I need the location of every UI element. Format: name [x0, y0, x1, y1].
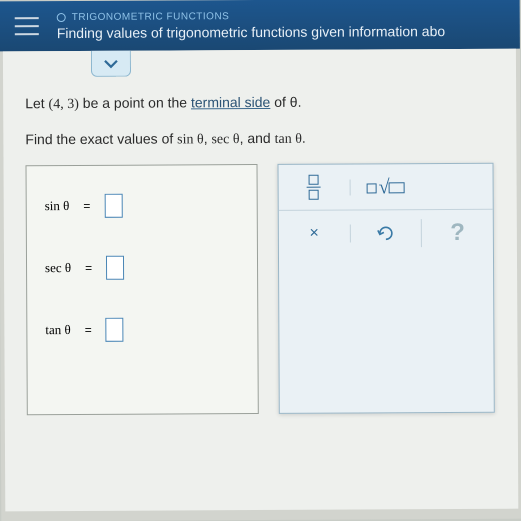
fn: tan θ	[275, 132, 302, 147]
text: Find the exact values of	[25, 130, 177, 147]
label-tan: tan θ	[45, 322, 70, 338]
text: ,	[204, 130, 212, 146]
text: of θ.	[270, 94, 301, 110]
terminal-side-link[interactable]: terminal side	[191, 94, 270, 110]
undo-icon	[376, 224, 396, 242]
answer-row-tan: tan θ =	[45, 317, 239, 342]
section-name: TRIGONOMETRIC FUNCTIONS	[72, 11, 230, 23]
palette-row-2: × ?	[279, 210, 493, 257]
point: (4, 3)	[49, 97, 79, 112]
text: , and	[240, 130, 275, 146]
text: be a point on the	[79, 94, 191, 111]
section-overline: TRIGONOMETRIC FUNCTIONS	[57, 10, 445, 23]
palette-row-1: √	[279, 164, 493, 211]
fraction-button[interactable]	[279, 174, 350, 200]
app-header: TRIGONOMETRIC FUNCTIONS Finding values o…	[0, 0, 520, 51]
text: .	[302, 130, 306, 146]
text: Let	[25, 95, 48, 111]
equals: =	[85, 323, 92, 337]
help-button[interactable]: ?	[421, 219, 493, 247]
page-title: Finding values of trigonometric function…	[57, 23, 445, 41]
chevron-down-icon	[103, 57, 119, 69]
answer-row-sin: sin θ =	[45, 193, 239, 218]
problem-statement: Let (4, 3) be a point on the terminal si…	[25, 91, 494, 151]
label-sec: sec θ	[45, 260, 71, 276]
answer-row-sec: sec θ =	[45, 255, 239, 280]
fn: sin θ	[177, 132, 204, 147]
tool-palette: √ ×	[277, 163, 494, 414]
fraction-icon	[307, 174, 321, 199]
input-sin[interactable]	[104, 194, 122, 218]
undo-button[interactable]	[349, 224, 421, 242]
equals: =	[85, 261, 92, 275]
help-icon: ?	[450, 219, 465, 247]
header-text: TRIGONOMETRIC FUNCTIONS Finding values o…	[57, 10, 445, 41]
clear-button[interactable]: ×	[279, 225, 350, 243]
work-area: sin θ = sec θ = tan θ =	[26, 163, 496, 415]
radical-icon: √	[367, 179, 405, 195]
label-sin: sin θ	[45, 198, 70, 214]
fn: sec θ	[211, 132, 239, 147]
content-area: Let (4, 3) be a point on the terminal si…	[3, 49, 518, 512]
menu-icon[interactable]	[15, 17, 39, 35]
input-sec[interactable]	[106, 256, 124, 280]
answer-box: sin θ = sec θ = tan θ =	[26, 164, 259, 415]
equals: =	[83, 199, 90, 213]
circle-icon	[57, 13, 66, 22]
times-icon: ×	[309, 225, 318, 243]
expand-tab[interactable]	[91, 51, 131, 77]
radical-button[interactable]: √	[349, 179, 421, 195]
input-tan[interactable]	[106, 318, 124, 342]
screenshot: TRIGONOMETRIC FUNCTIONS Finding values o…	[0, 0, 521, 521]
